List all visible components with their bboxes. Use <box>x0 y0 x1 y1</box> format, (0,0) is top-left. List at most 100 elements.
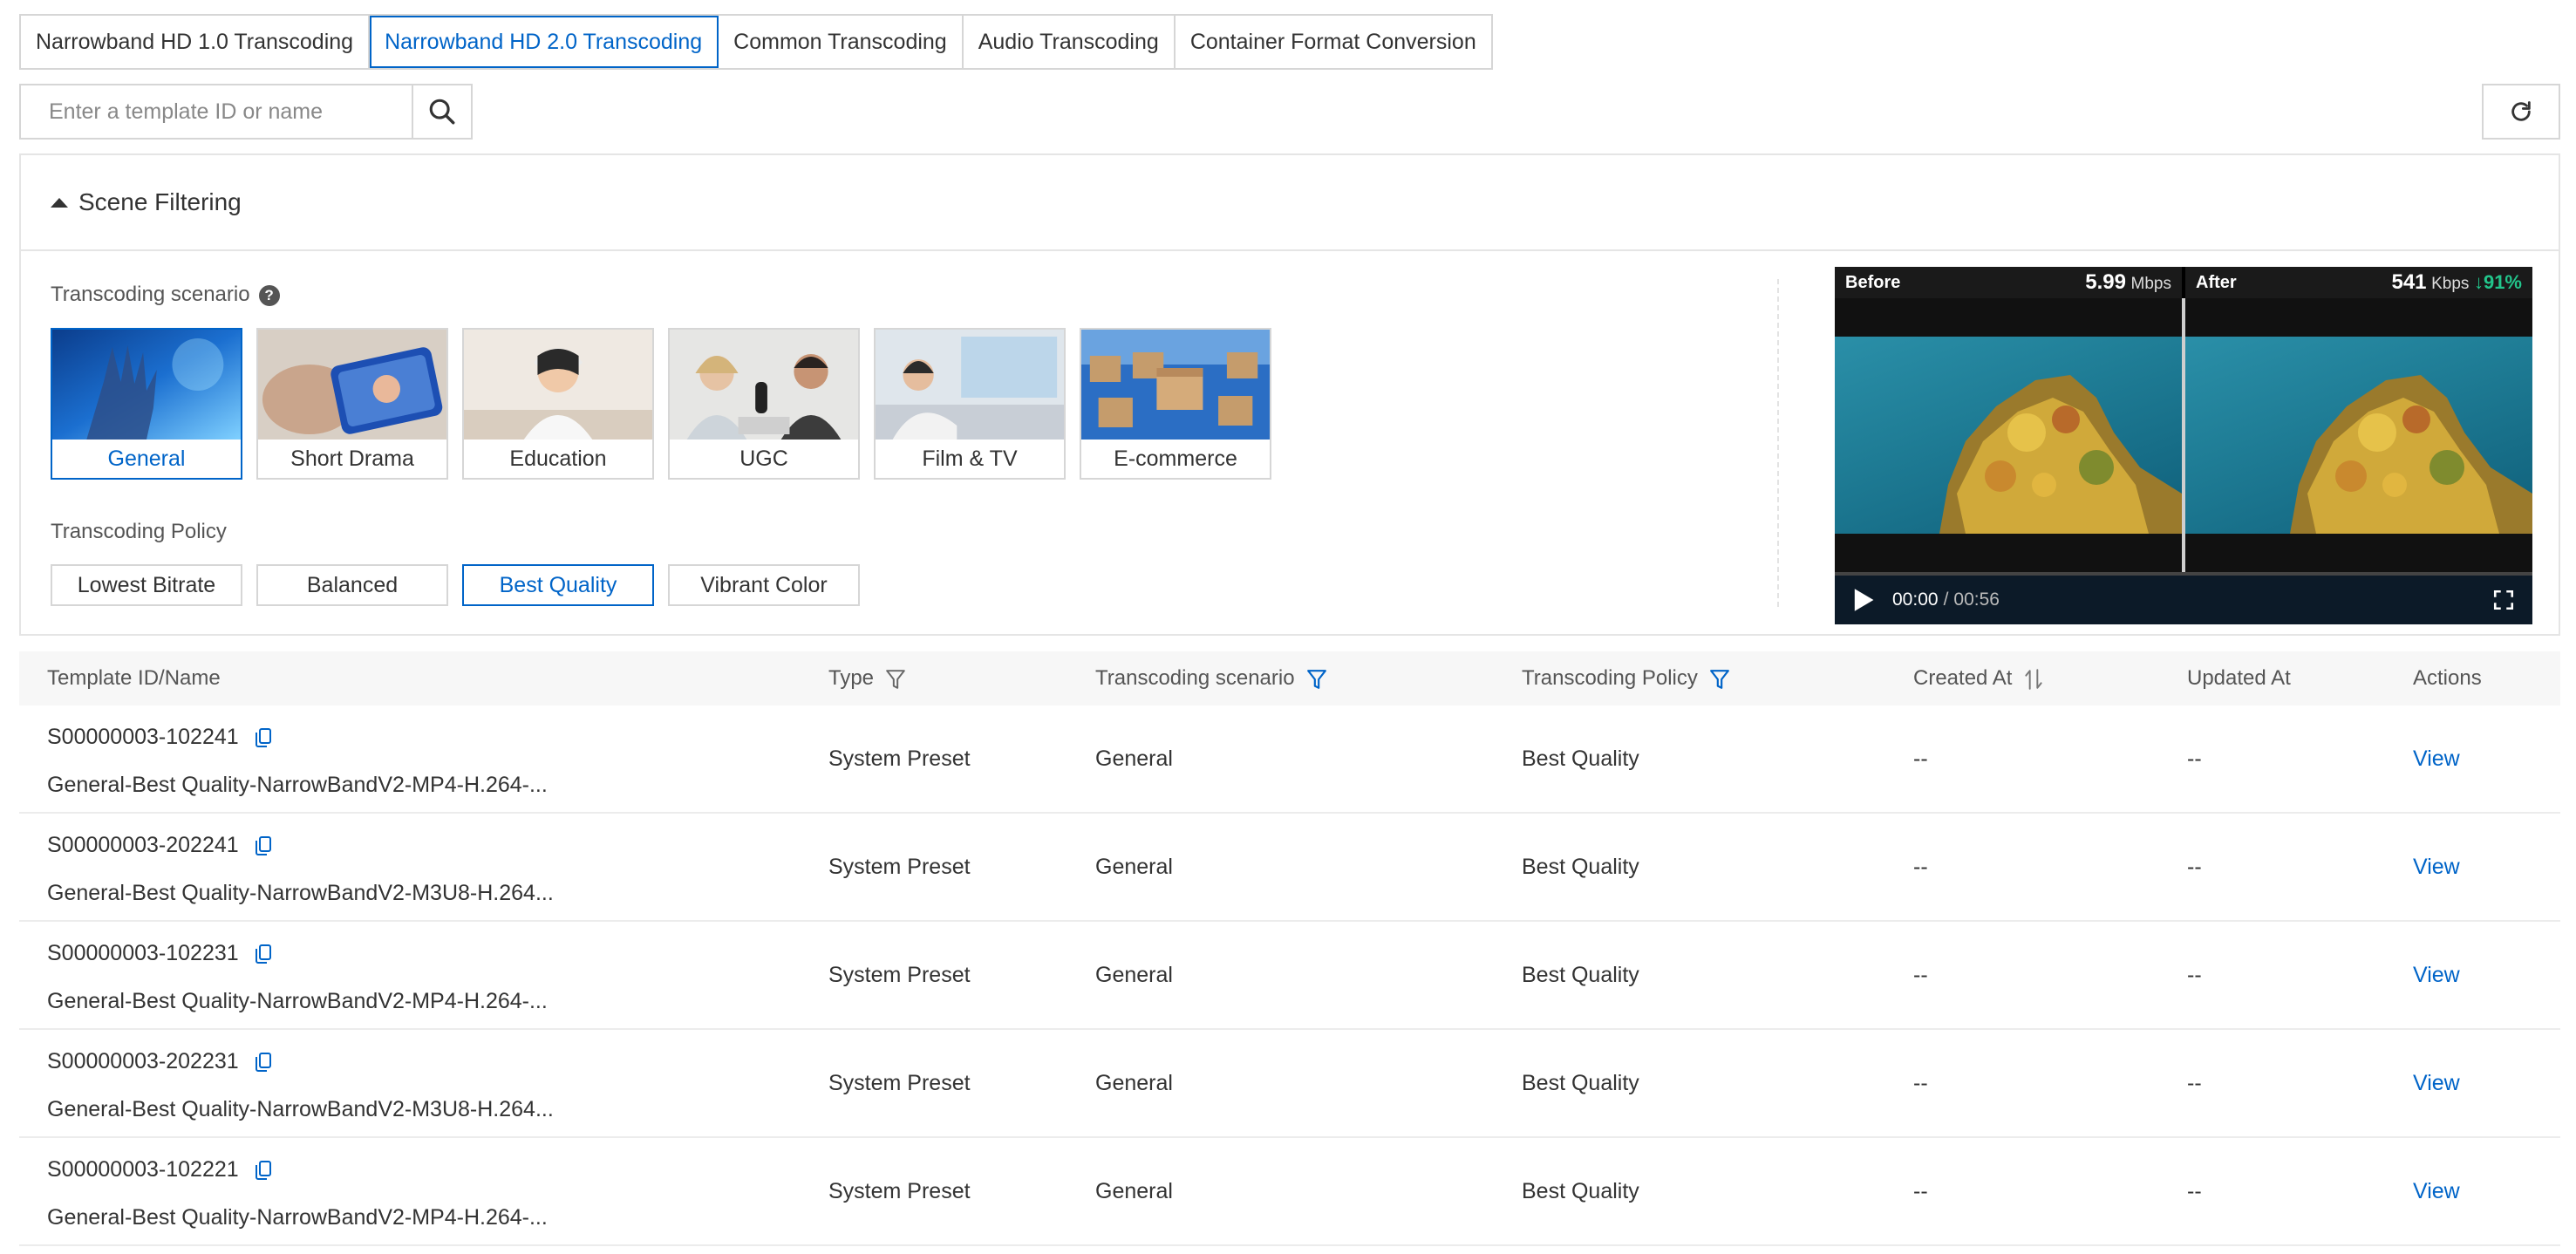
comparison-video-player[interactable]: Before 5.99 Mbps After 541 Kbps ↓91% 00:… <box>1835 267 2532 624</box>
updated-at-cell: -- <box>2187 1070 2202 1095</box>
short-drama-thumbnail <box>258 330 446 440</box>
policy-lowest-bitrate[interactable]: Lowest Bitrate <box>51 564 242 606</box>
policy-best-quality[interactable]: Best Quality <box>462 564 654 606</box>
scenario-e-commerce[interactable]: E-commerce <box>1080 328 1271 480</box>
sort-icon[interactable] <box>2024 668 2043 691</box>
policy-options: Lowest Bitrate Balanced Best Quality Vib… <box>51 564 860 606</box>
policy-cell: Best Quality <box>1522 1178 1639 1203</box>
before-frame <box>1835 337 2182 534</box>
type-cell: System Preset <box>828 1178 971 1203</box>
tab-audio-transcoding[interactable]: Audio Transcoding <box>964 16 1176 68</box>
copy-icon[interactable] <box>255 1052 272 1073</box>
fullscreen-icon[interactable] <box>2492 589 2515 611</box>
updated-at-cell: -- <box>2187 962 2202 987</box>
header-template-id-name: Template ID/Name <box>47 666 221 690</box>
header-scenario-label: Transcoding scenario <box>1095 666 1295 690</box>
template-id: S00000003-102241 <box>47 725 239 749</box>
copy-icon[interactable] <box>255 727 272 748</box>
scene-filtering-panel: Scene Filtering Transcoding scenario? Ge… <box>19 153 2560 636</box>
scenario-film-tv[interactable]: Film & TV <box>874 328 1066 480</box>
compare-slider-handle[interactable] <box>2182 298 2185 572</box>
after-frame <box>2185 337 2532 534</box>
template-id-wrap: S00000003-102221 <box>47 1157 548 1182</box>
header-created-label: Created At <box>1913 666 2013 690</box>
template-search <box>19 84 473 140</box>
template-id-wrap: S00000003-202231 <box>47 1049 554 1074</box>
copy-icon[interactable] <box>255 944 272 964</box>
created-at-cell: -- <box>1913 854 1928 879</box>
template-id-wrap: S00000003-102231 <box>47 941 548 966</box>
header-scenario: Transcoding scenario <box>1095 666 1326 691</box>
type-cell: System Preset <box>828 962 971 987</box>
template-id: S00000003-202231 <box>47 1049 239 1073</box>
policy-vibrant-color[interactable]: Vibrant Color <box>668 564 860 606</box>
header-type-label: Type <box>828 666 875 690</box>
type-cell: System Preset <box>828 854 971 879</box>
scenario-education[interactable]: Education <box>462 328 654 480</box>
scenario-label: E-commerce <box>1114 446 1237 471</box>
divider <box>1777 279 1779 607</box>
scenario-cell: General <box>1095 962 1173 987</box>
search-button[interactable] <box>412 85 471 138</box>
scenario-short-drama[interactable]: Short Drama <box>256 328 448 480</box>
panel-title: Scene Filtering <box>78 188 242 215</box>
template-id-name-cell: S00000003-102241 General-Best Quality-Na… <box>47 725 548 798</box>
view-link[interactable]: View <box>2413 746 2460 772</box>
table-header: Template ID/Name Type Transcoding scenar… <box>19 651 2560 705</box>
filter-active-icon[interactable] <box>1709 669 1729 690</box>
bitrate-reduction-badge: ↓91% <box>2473 271 2522 293</box>
table-row: S00000003-202231 General-Best Quality-Na… <box>19 1030 2560 1138</box>
transcoding-policy-label: Transcoding Policy <box>51 520 227 543</box>
scene-filtering-toggle[interactable]: Scene Filtering <box>21 155 2559 251</box>
template-id-wrap: S00000003-102241 <box>47 725 548 750</box>
tab-narrowband-hd-2[interactable]: Narrowband HD 2.0 Transcoding <box>370 16 719 68</box>
after-video: After 541 Kbps ↓91% <box>2185 267 2532 572</box>
filter-icon[interactable] <box>886 669 905 690</box>
updated-at-cell: -- <box>2187 1178 2202 1203</box>
help-icon[interactable]: ? <box>258 284 280 306</box>
template-id-name-cell: S00000003-102231 General-Best Quality-Na… <box>47 941 548 1014</box>
scenario-general[interactable]: General <box>51 328 242 480</box>
time-separator: / <box>1943 590 1949 610</box>
template-id-name-cell: S00000003-102221 General-Best Quality-Na… <box>47 1157 548 1230</box>
view-link[interactable]: View <box>2413 1071 2460 1096</box>
play-icon[interactable] <box>1852 588 1875 612</box>
view-link[interactable]: View <box>2413 963 2460 988</box>
scenario-label-row: Transcoding scenario? <box>51 283 280 307</box>
scenario-label: Film & TV <box>922 446 1018 471</box>
table-row: S00000003-102231 General-Best Quality-Na… <box>19 922 2560 1030</box>
tab-container-format-conversion[interactable]: Container Format Conversion <box>1176 16 1491 68</box>
scenario-cell: General <box>1095 1070 1173 1095</box>
template-id-name-cell: S00000003-202241 General-Best Quality-Na… <box>47 833 554 906</box>
scenario-label: General <box>107 446 186 471</box>
view-link[interactable]: View <box>2413 1179 2460 1204</box>
before-bitrate: 5.99 <box>2085 270 2126 294</box>
filter-active-icon[interactable] <box>1306 669 1326 690</box>
copy-icon[interactable] <box>255 1160 272 1181</box>
tab-narrowband-hd-1[interactable]: Narrowband HD 1.0 Transcoding <box>21 16 371 68</box>
policy-balanced[interactable]: Balanced <box>256 564 448 606</box>
current-time: 00:00 <box>1892 590 1939 610</box>
scenario-label: Education <box>509 446 607 471</box>
template-id-wrap: S00000003-202241 <box>47 833 554 858</box>
header-actions: Actions <box>2413 666 2482 690</box>
before-header: Before 5.99 Mbps <box>1835 267 2182 298</box>
view-link[interactable]: View <box>2413 855 2460 880</box>
template-name: General-Best Quality-NarrowBandV2-MP4-H.… <box>47 989 548 1013</box>
scenario-ugc[interactable]: UGC <box>668 328 860 480</box>
after-header: After 541 Kbps ↓91% <box>2185 267 2532 298</box>
scenario-options: General Short Drama Education UGC Film &… <box>51 328 1271 480</box>
header-policy: Transcoding Policy <box>1522 666 1729 691</box>
template-name: General-Best Quality-NarrowBandV2-MP4-H.… <box>47 1205 548 1230</box>
copy-icon[interactable] <box>255 835 272 856</box>
ugc-thumbnail <box>670 330 858 440</box>
search-input[interactable] <box>21 85 412 138</box>
template-id: S00000003-202241 <box>47 833 239 857</box>
tab-common-transcoding[interactable]: Common Transcoding <box>719 16 964 68</box>
scenario-label: UGC <box>739 446 788 471</box>
refresh-button[interactable] <box>2482 84 2560 140</box>
table-row: S00000003-102221 General-Best Quality-Na… <box>19 1138 2560 1246</box>
scenario-cell: General <box>1095 746 1173 771</box>
template-id: S00000003-102231 <box>47 941 239 965</box>
template-id: S00000003-102221 <box>47 1157 239 1182</box>
